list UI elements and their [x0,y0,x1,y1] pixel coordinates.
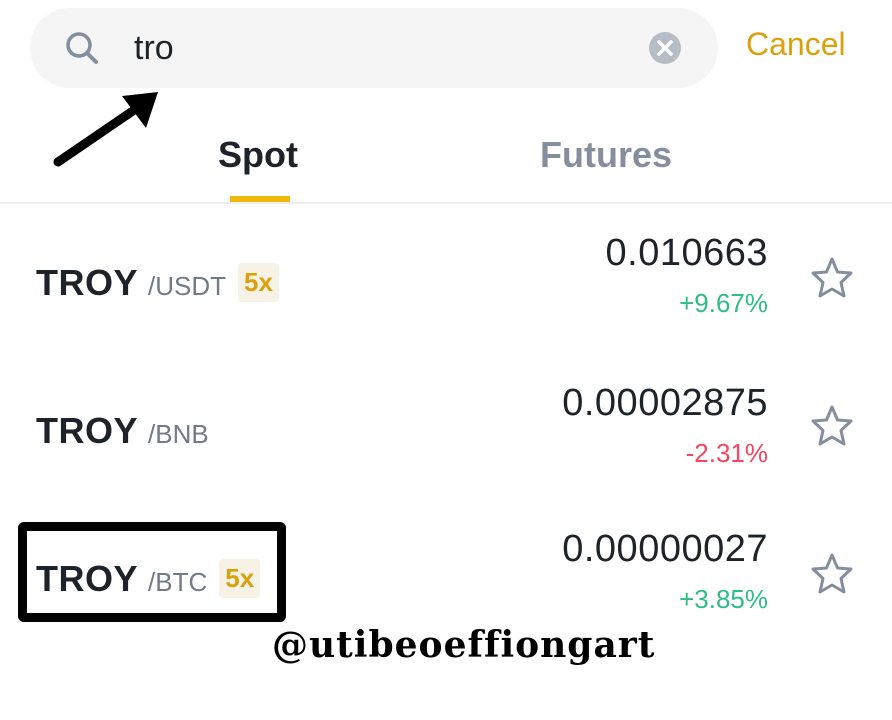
last-price: 0.010663 [605,232,768,274]
pair-label: TROY /USDT 5x [36,262,279,306]
last-price: 0.00000027 [562,528,768,570]
tab-futures[interactable]: Futures [540,134,672,176]
annotation-highlight-box [18,522,286,622]
divider [0,202,892,204]
base-asset: TROY [36,410,139,451]
search-icon [66,32,98,64]
pair-label: TROY /BNB [36,410,209,452]
market-row-troy-bnb[interactable]: TROY /BNB 0.00002875 -2.31% [0,352,892,498]
star-icon[interactable] [810,552,854,596]
price-change: +9.67% [679,288,768,318]
base-asset: TROY [36,262,139,303]
star-icon[interactable] [810,404,854,448]
watermark: @utibeoeffiongart [272,624,656,666]
quote-asset: /BNB [148,419,209,449]
last-price: 0.00002875 [562,382,768,424]
tab-spot[interactable]: Spot [218,134,298,176]
leverage-badge: 5x [238,263,279,302]
price-change: -2.31% [685,438,768,468]
search-bar[interactable] [30,8,718,88]
price-change: +3.85% [679,584,768,614]
market-row-troy-usdt[interactable]: TROY /USDT 5x 0.010663 +9.67% [0,206,892,352]
cancel-button[interactable]: Cancel [746,26,846,63]
clear-icon[interactable] [648,31,682,65]
star-icon[interactable] [810,256,854,300]
search-input[interactable] [134,26,634,70]
annotation-arrow-icon [53,92,158,167]
quote-asset: /USDT [148,271,227,301]
